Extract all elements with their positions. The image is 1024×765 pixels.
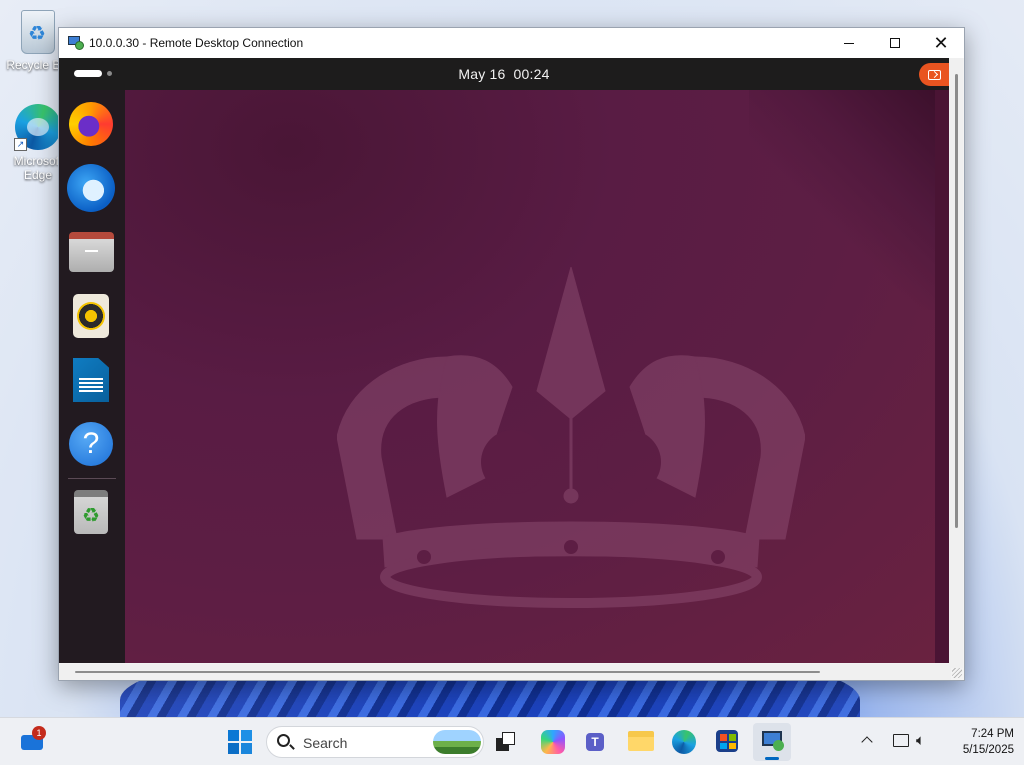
store-logo-part xyxy=(729,742,736,749)
trash-icon: ♻ xyxy=(74,490,108,534)
teams-icon: T xyxy=(586,733,604,751)
recycle-bin-icon xyxy=(21,10,55,54)
start-button[interactable] xyxy=(228,730,252,754)
copilot-button[interactable] xyxy=(541,730,565,754)
topbar-date: May 16 xyxy=(458,66,506,82)
dock-separator xyxy=(68,478,116,479)
dock-item-help[interactable]: ? xyxy=(67,420,115,468)
clock-button[interactable]: 7:24 PM 5/15/2025 xyxy=(944,726,1014,758)
taskbar: 1 Search T 🔈︎ 7:24 PM 5/15/2025 xyxy=(0,717,1024,765)
tray-date: 5/15/2025 xyxy=(962,744,1014,756)
store-logo-part xyxy=(720,742,727,749)
store-logo-part xyxy=(720,734,727,741)
store-icon xyxy=(716,730,738,752)
screen-share-icon xyxy=(927,69,941,80)
rdp-title-bar[interactable]: 10.0.0.30 - Remote Desktop Connection ✕ xyxy=(59,28,964,58)
volume-icon[interactable]: 🔈︎ xyxy=(916,732,925,749)
rhythmbox-icon xyxy=(73,294,109,338)
rdp-window: 10.0.0.30 - Remote Desktop Connection ✕ … xyxy=(58,27,965,681)
files-icon xyxy=(68,232,114,272)
task-view-button[interactable] xyxy=(496,732,516,752)
network-icon[interactable] xyxy=(893,734,909,747)
close-button[interactable]: ✕ xyxy=(918,28,964,58)
topbar-time: 00:24 xyxy=(513,66,550,82)
file-explorer-button[interactable] xyxy=(628,731,654,753)
search-icon-handle xyxy=(289,744,295,750)
dock-item-rhythmbox[interactable] xyxy=(67,292,115,340)
dock-item-thunderbird[interactable] xyxy=(67,164,115,212)
teams-button[interactable]: T xyxy=(584,730,610,754)
windows-logo-icon xyxy=(228,730,239,741)
ubuntu-dock: ? ♻ xyxy=(59,90,125,663)
date-time-menu[interactable]: May 16 00:24 xyxy=(59,66,949,82)
minimize-button[interactable] xyxy=(826,28,872,58)
edge-taskbar-button[interactable] xyxy=(672,730,696,754)
window-title: 10.0.0.30 - Remote Desktop Connection xyxy=(89,36,304,50)
store-logo-part xyxy=(729,734,736,741)
file-explorer-icon xyxy=(628,731,654,751)
thunderbird-icon xyxy=(67,164,115,212)
search-highlight-image xyxy=(433,730,481,754)
vertical-scrollbar[interactable] xyxy=(949,58,963,668)
chevron-up-icon xyxy=(861,736,873,748)
windows-logo-part xyxy=(228,743,239,754)
remote-session[interactable]: May 16 00:24 ? ♻ xyxy=(59,58,949,663)
minimize-icon xyxy=(844,42,854,44)
help-icon: ? xyxy=(69,422,113,466)
task-view-icon-back xyxy=(502,732,515,745)
crown-logo xyxy=(337,267,805,608)
close-icon: ✕ xyxy=(933,33,949,53)
dock-item-firefox[interactable] xyxy=(67,100,115,148)
ubuntu-top-bar: May 16 00:24 xyxy=(59,58,949,90)
edge-icon xyxy=(672,730,696,754)
remote-desktop-icon xyxy=(68,36,84,50)
widgets-button[interactable]: 1 xyxy=(18,726,46,755)
horizontal-scroll-thumb[interactable] xyxy=(75,671,820,673)
notification-badge: 1 xyxy=(32,726,46,740)
tray-time: 7:24 PM xyxy=(971,728,1014,740)
dock-item-libreoffice-writer[interactable] xyxy=(67,356,115,404)
search-box[interactable]: Search xyxy=(266,726,484,758)
screen-sharing-indicator[interactable] xyxy=(919,63,949,86)
search-placeholder: Search xyxy=(303,735,348,751)
active-app-indicator xyxy=(765,757,779,760)
store-button[interactable] xyxy=(716,730,740,754)
firefox-icon xyxy=(69,102,113,146)
remote-desktop-icon-arrow xyxy=(773,740,784,751)
libreoffice-writer-icon xyxy=(73,358,109,402)
wallpaper-edge xyxy=(935,90,949,663)
show-hidden-icons-button[interactable] xyxy=(860,734,876,750)
horizontal-scrollbar[interactable] xyxy=(59,664,951,680)
maximize-button[interactable] xyxy=(872,28,918,58)
dock-item-files[interactable] xyxy=(67,228,115,276)
resize-grip[interactable] xyxy=(952,668,962,678)
vertical-scroll-thumb[interactable] xyxy=(955,74,958,528)
rdp-taskbar-button[interactable] xyxy=(753,723,791,761)
dock-item-trash[interactable]: ♻ xyxy=(67,488,115,536)
shortcut-arrow-icon: ↗ xyxy=(14,138,27,151)
ubuntu-wallpaper xyxy=(125,90,949,663)
windows-logo-part xyxy=(241,730,252,741)
maximize-icon xyxy=(890,38,900,48)
copilot-icon xyxy=(541,730,565,754)
windows-logo-part xyxy=(241,743,252,754)
